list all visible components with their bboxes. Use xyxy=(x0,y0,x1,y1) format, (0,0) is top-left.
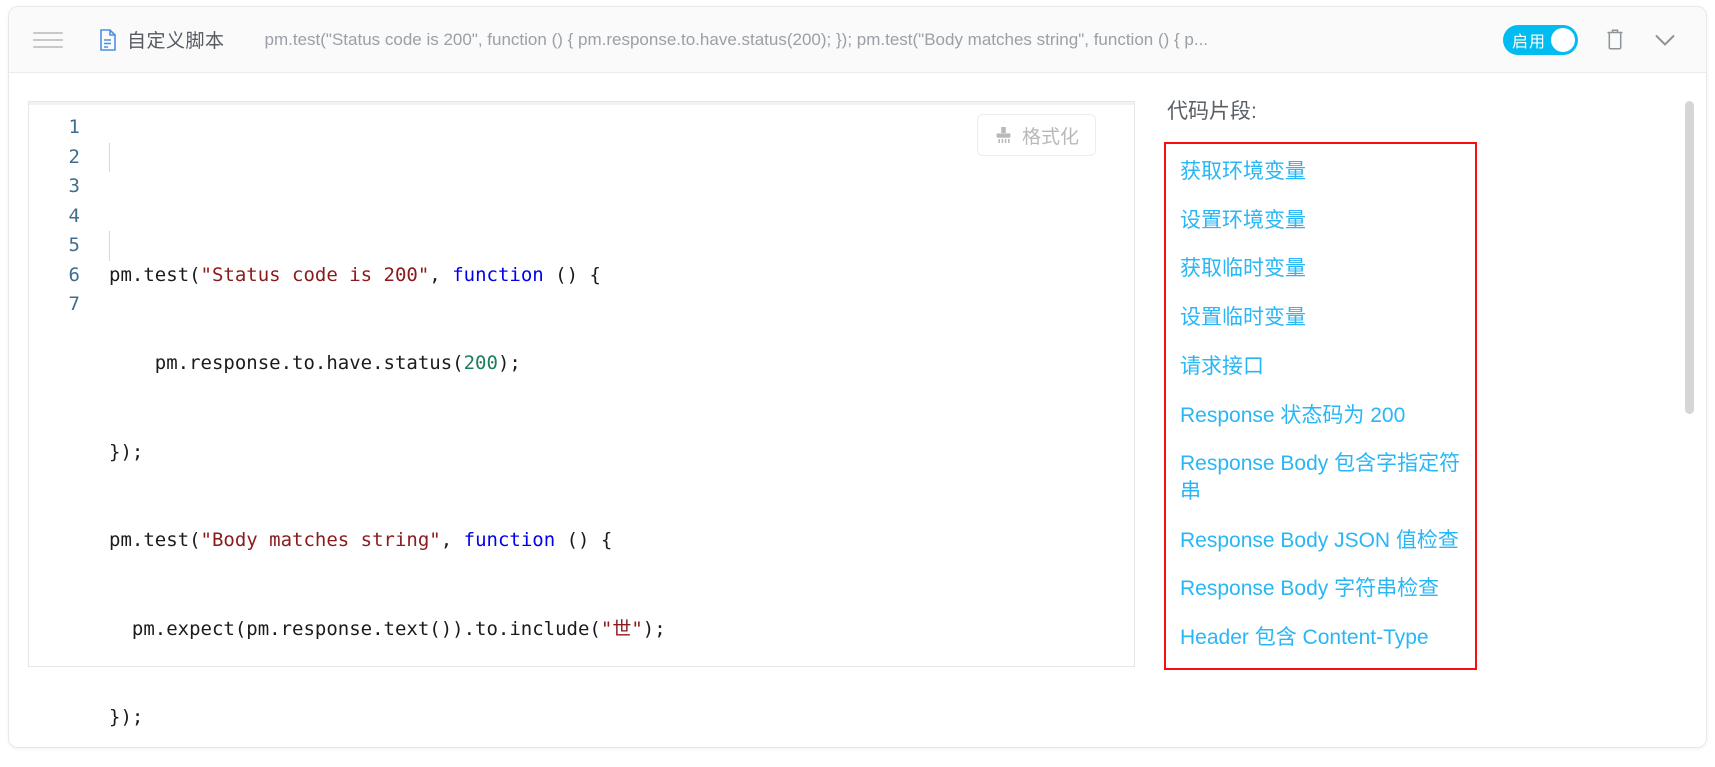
collapse-button[interactable] xyxy=(1652,26,1678,54)
code-area[interactable]: 1 2 3 4 5 6 7 pm.test("Status code is 20… xyxy=(29,105,1134,728)
document-icon xyxy=(97,28,119,52)
enable-toggle-label: 启用 xyxy=(1512,33,1547,51)
line-number: 5 xyxy=(68,234,80,256)
indent-guide-2 xyxy=(109,231,110,261)
delete-button[interactable] xyxy=(1602,26,1628,54)
line-number: 7 xyxy=(68,293,80,315)
line-number: 1 xyxy=(68,116,80,138)
snippet-link-send-request[interactable]: 请求接口 xyxy=(1180,353,1463,381)
chevron-down-icon xyxy=(1655,34,1675,46)
code-line: pm.expect(pm.response.text()).to.include… xyxy=(109,617,666,640)
scrollbar-thumb[interactable] xyxy=(1685,101,1694,414)
indent-guide-1 xyxy=(109,142,110,172)
toggle-knob xyxy=(1551,27,1575,52)
snippet-link-header-content-type[interactable]: Header 包含 Content-Type xyxy=(1180,624,1463,652)
code-line: pm.test("Status code is 200", function (… xyxy=(109,263,601,286)
format-button-label: 格式化 xyxy=(1021,126,1079,148)
snippet-link-body-contains[interactable]: Response Body 包含字指定符串 xyxy=(1180,450,1463,505)
menu-bar-3 xyxy=(33,45,63,48)
code-snippets-panel: 代码片段: 获取环境变量 设置环境变量 获取临时变量 设置临时变量 请求接口 R… xyxy=(1164,95,1584,670)
line-number-gutter: 1 2 3 4 5 6 7 xyxy=(29,113,92,666)
vertical-scrollbar[interactable] xyxy=(1685,97,1694,677)
format-button[interactable]: 格式化 xyxy=(976,114,1096,156)
line-number: 2 xyxy=(68,145,80,168)
menu-bar-1 xyxy=(33,31,63,34)
snippet-link-set-temp-var[interactable]: 设置临时变量 xyxy=(1180,304,1463,332)
hamburger-menu-icon[interactable] xyxy=(33,28,63,52)
panel-body: 1 2 3 4 5 6 7 pm.test("Status code is 20… xyxy=(9,73,1706,747)
script-card: 自定义脚本 pm.test("Status code is 200", func… xyxy=(8,6,1707,748)
line-number: 3 xyxy=(68,175,80,197)
code-line: }); xyxy=(109,706,144,728)
trash-icon xyxy=(1607,29,1623,50)
snippet-link-get-env-var[interactable]: 获取环境变量 xyxy=(1180,158,1463,186)
enable-toggle[interactable]: 启用 xyxy=(1503,24,1578,55)
code-line: pm.test("Body matches string", function … xyxy=(109,529,613,551)
line-number: 6 xyxy=(68,263,80,286)
code-editor[interactable]: 1 2 3 4 5 6 7 pm.test("Status code is 20… xyxy=(28,101,1135,728)
script-preview-text: pm.test("Status code is 200", function (… xyxy=(264,29,1209,49)
page-title: 自定义脚本 xyxy=(127,31,225,52)
code-content[interactable]: pm.test("Status code is 200", function (… xyxy=(92,113,1134,728)
panel-header: 自定义脚本 pm.test("Status code is 200", func… xyxy=(9,7,1706,73)
snippets-list: 获取环境变量 设置环境变量 获取临时变量 设置临时变量 请求接口 Respons… xyxy=(1164,142,1477,670)
snippet-link-set-env-var[interactable]: 设置环境变量 xyxy=(1180,207,1463,235)
custom-script-panel: 自定义脚本 pm.test("Status code is 200", func… xyxy=(0,0,1715,767)
code-line: }); xyxy=(109,440,144,463)
snippet-link-body-json-value[interactable]: Response Body JSON 值检查 xyxy=(1180,527,1463,555)
snippet-link-get-temp-var[interactable]: 获取临时变量 xyxy=(1180,255,1463,283)
snippet-link-body-string[interactable]: Response Body 字符串检查 xyxy=(1180,575,1463,603)
header-actions: 启用 xyxy=(1503,24,1706,55)
snippets-title: 代码片段: xyxy=(1167,100,1257,123)
code-line: pm.response.to.have.status(200); xyxy=(109,352,521,374)
snippet-link-status-200[interactable]: Response 状态码为 200 xyxy=(1180,402,1463,430)
menu-bar-2 xyxy=(33,38,63,41)
line-number: 4 xyxy=(68,204,80,227)
brush-icon xyxy=(996,126,1011,143)
